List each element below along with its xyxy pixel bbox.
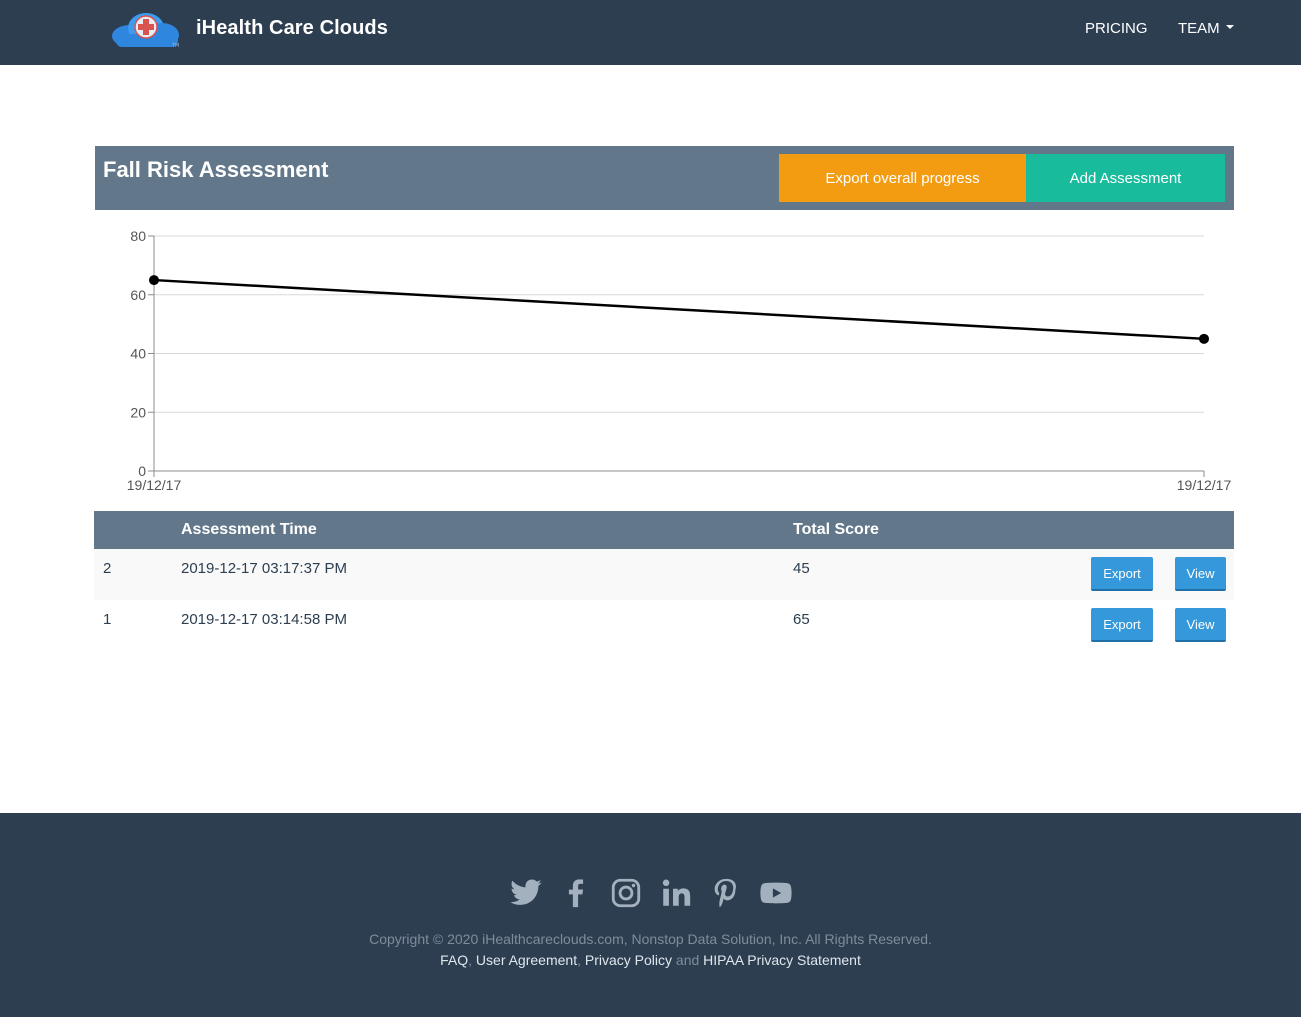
- view-button[interactable]: View: [1175, 557, 1226, 591]
- table-row: 1 2019-12-17 03:14:58 PM 65 Export View: [94, 600, 1234, 651]
- table-row: 2 2019-12-17 03:17:37 PM 45 Export View: [94, 549, 1234, 600]
- social-links: [0, 876, 1301, 910]
- y-tick-label: 40: [130, 346, 146, 362]
- add-assessment-button[interactable]: Add Assessment: [1026, 154, 1225, 202]
- link-separator: ,: [468, 952, 476, 968]
- twitter-icon[interactable]: [509, 876, 543, 910]
- youtube-icon[interactable]: [759, 876, 793, 910]
- privacy-policy-link[interactable]: Privacy Policy: [585, 952, 672, 968]
- instagram-icon[interactable]: [609, 876, 643, 910]
- hipaa-privacy-statement-link[interactable]: HIPAA Privacy Statement: [703, 952, 861, 968]
- total-score: 45: [793, 560, 810, 577]
- user-agreement-link[interactable]: User Agreement: [476, 952, 577, 968]
- copyright-text: Copyright © 2020 iHealthcareclouds.com, …: [369, 931, 932, 947]
- footer: Copyright © 2020 iHealthcareclouds.com, …: [0, 813, 1301, 1017]
- table-header: Assessment Time Total Score: [94, 511, 1234, 549]
- export-button[interactable]: Export: [1091, 608, 1153, 642]
- data-point: [149, 275, 159, 286]
- row-number: 1: [103, 611, 112, 628]
- assessment-time: 2019-12-17 03:17:37 PM: [181, 560, 347, 577]
- assessment-table: Assessment Time Total Score 2 2019-12-17…: [94, 511, 1234, 651]
- caret-down-icon: [1225, 25, 1234, 30]
- y-tick-label: 60: [130, 287, 146, 303]
- score-line-chart: 02040608019/12/17 19/12/17: [127, 228, 1232, 493]
- y-tick-label: 20: [130, 404, 146, 420]
- assessment-panel-header: Fall Risk Assessment Export overall prog…: [95, 146, 1234, 210]
- cloud-logo-icon: TM: [112, 13, 179, 49]
- column-header-total-score: Total Score: [793, 521, 879, 538]
- navbar: TM iHealth Care Clouds PRICING TEAM: [0, 0, 1301, 65]
- facebook-icon[interactable]: [559, 876, 593, 910]
- brand-logo[interactable]: TM: [108, 10, 184, 49]
- nav-team-label: TEAM: [1178, 20, 1220, 37]
- assessment-time: 2019-12-17 03:14:58 PM: [181, 611, 347, 628]
- faq-link[interactable]: FAQ: [440, 952, 468, 968]
- link-conjunction: and: [672, 952, 704, 968]
- x-tick-label: 19/12/17: [1177, 477, 1232, 493]
- footer-links: FAQ, User Agreement, Privacy Policy and …: [0, 952, 1301, 968]
- nav-team-dropdown[interactable]: TEAM: [1178, 20, 1234, 37]
- page-title: Fall Risk Assessment: [103, 157, 329, 182]
- nav-pricing[interactable]: PRICING: [1085, 20, 1148, 37]
- brand-name[interactable]: iHealth Care Clouds: [196, 17, 388, 40]
- linkedin-icon[interactable]: [659, 876, 693, 910]
- view-button[interactable]: View: [1175, 608, 1226, 642]
- svg-text:TM: TM: [171, 43, 179, 48]
- data-point: [1199, 333, 1209, 344]
- y-tick-label: 80: [130, 228, 146, 244]
- total-score: 65: [793, 611, 810, 628]
- x-tick-label: 19/12/17: [127, 477, 182, 493]
- row-number: 2: [103, 560, 112, 577]
- column-header-assessment-time: Assessment Time: [181, 521, 317, 538]
- series-line: [153, 278, 1205, 341]
- export-button[interactable]: Export: [1091, 557, 1153, 591]
- export-overall-progress-button[interactable]: Export overall progress: [779, 154, 1026, 202]
- pinterest-icon[interactable]: [709, 876, 743, 910]
- link-separator: ,: [577, 952, 585, 968]
